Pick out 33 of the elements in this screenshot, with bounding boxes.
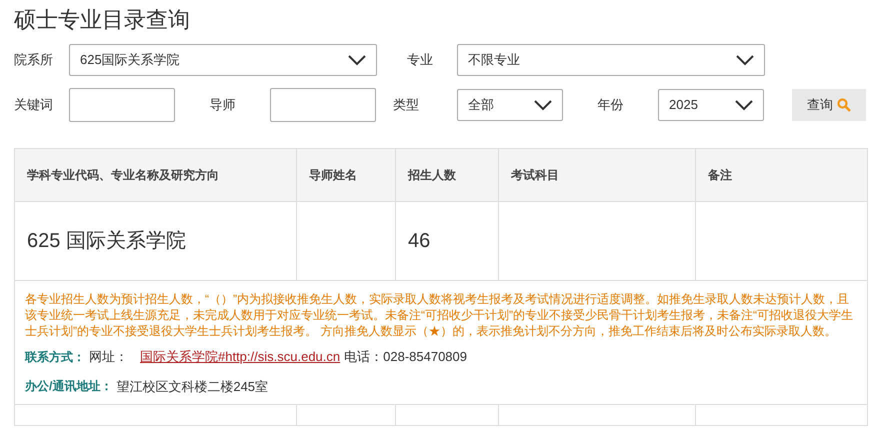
chevron-down-icon	[736, 54, 754, 66]
field-label: 导师	[208, 96, 236, 114]
phone-text: 电话：028-85470809	[344, 348, 467, 366]
field-label: 关键词	[14, 96, 54, 114]
column-header: 备注	[708, 167, 732, 184]
dropdown[interactable]: 全部	[457, 89, 563, 121]
page-title: 硕士专业目录查询	[14, 6, 190, 34]
chevron-down-icon	[348, 54, 366, 66]
column-header: 招生人数	[408, 167, 456, 184]
field-label: 院系所	[14, 51, 54, 70]
website-label: 网址：	[89, 348, 128, 366]
field-label: 类型	[393, 96, 420, 114]
chevron-down-icon	[735, 100, 753, 110]
column-header: 考试科目	[511, 167, 559, 184]
table-cell-text: 625 国际关系学院	[27, 229, 186, 254]
column-header: 学科专业代码、专业名称及研究方向	[27, 167, 219, 184]
dropdown[interactable]: 625国际关系学院	[69, 44, 377, 76]
chevron-down-icon	[534, 100, 552, 110]
website-link[interactable]: 国际关系学院#http://sis.scu.edu.cn	[140, 347, 340, 366]
column-header: 导师姓名	[309, 167, 357, 184]
table-cell-text: 46	[408, 229, 430, 254]
text-field[interactable]	[69, 88, 175, 122]
address-label: 办公/通讯地址：	[25, 378, 112, 396]
field-label: 专业	[406, 51, 434, 70]
field-label: 年份	[596, 96, 624, 114]
search-icon	[837, 98, 851, 112]
text-field[interactable]	[270, 88, 376, 122]
search-button[interactable]: 查询	[792, 89, 866, 121]
dropdown[interactable]: 不限专业	[457, 44, 765, 76]
contact-label: 联系方式：	[25, 348, 85, 366]
notice-text: 各专业招生人数为预计招生人数，“（）”内为拟接收推免生人数，实际录取人数将视考生报考及考试情况进行适度调整。如推免生录取人数未达预计人数，且该专业统一考试上线生源充足，未完成人数用于对应专业统一考试。未备注“可招收少干计划”的专业不接受少民骨干计划考生报考，未备注“可招收退役大学生士兵计划”的专业不接受退役大学生士兵计划考生报考。 方向推免人数显示（★）的，表示推免计划不分方向，推免工作结束后将及时公布实际录取人数。	[25, 291, 854, 339]
dropdown[interactable]: 2025	[658, 89, 764, 121]
address-text: 望江校区文科楼二楼245室	[116, 378, 268, 396]
